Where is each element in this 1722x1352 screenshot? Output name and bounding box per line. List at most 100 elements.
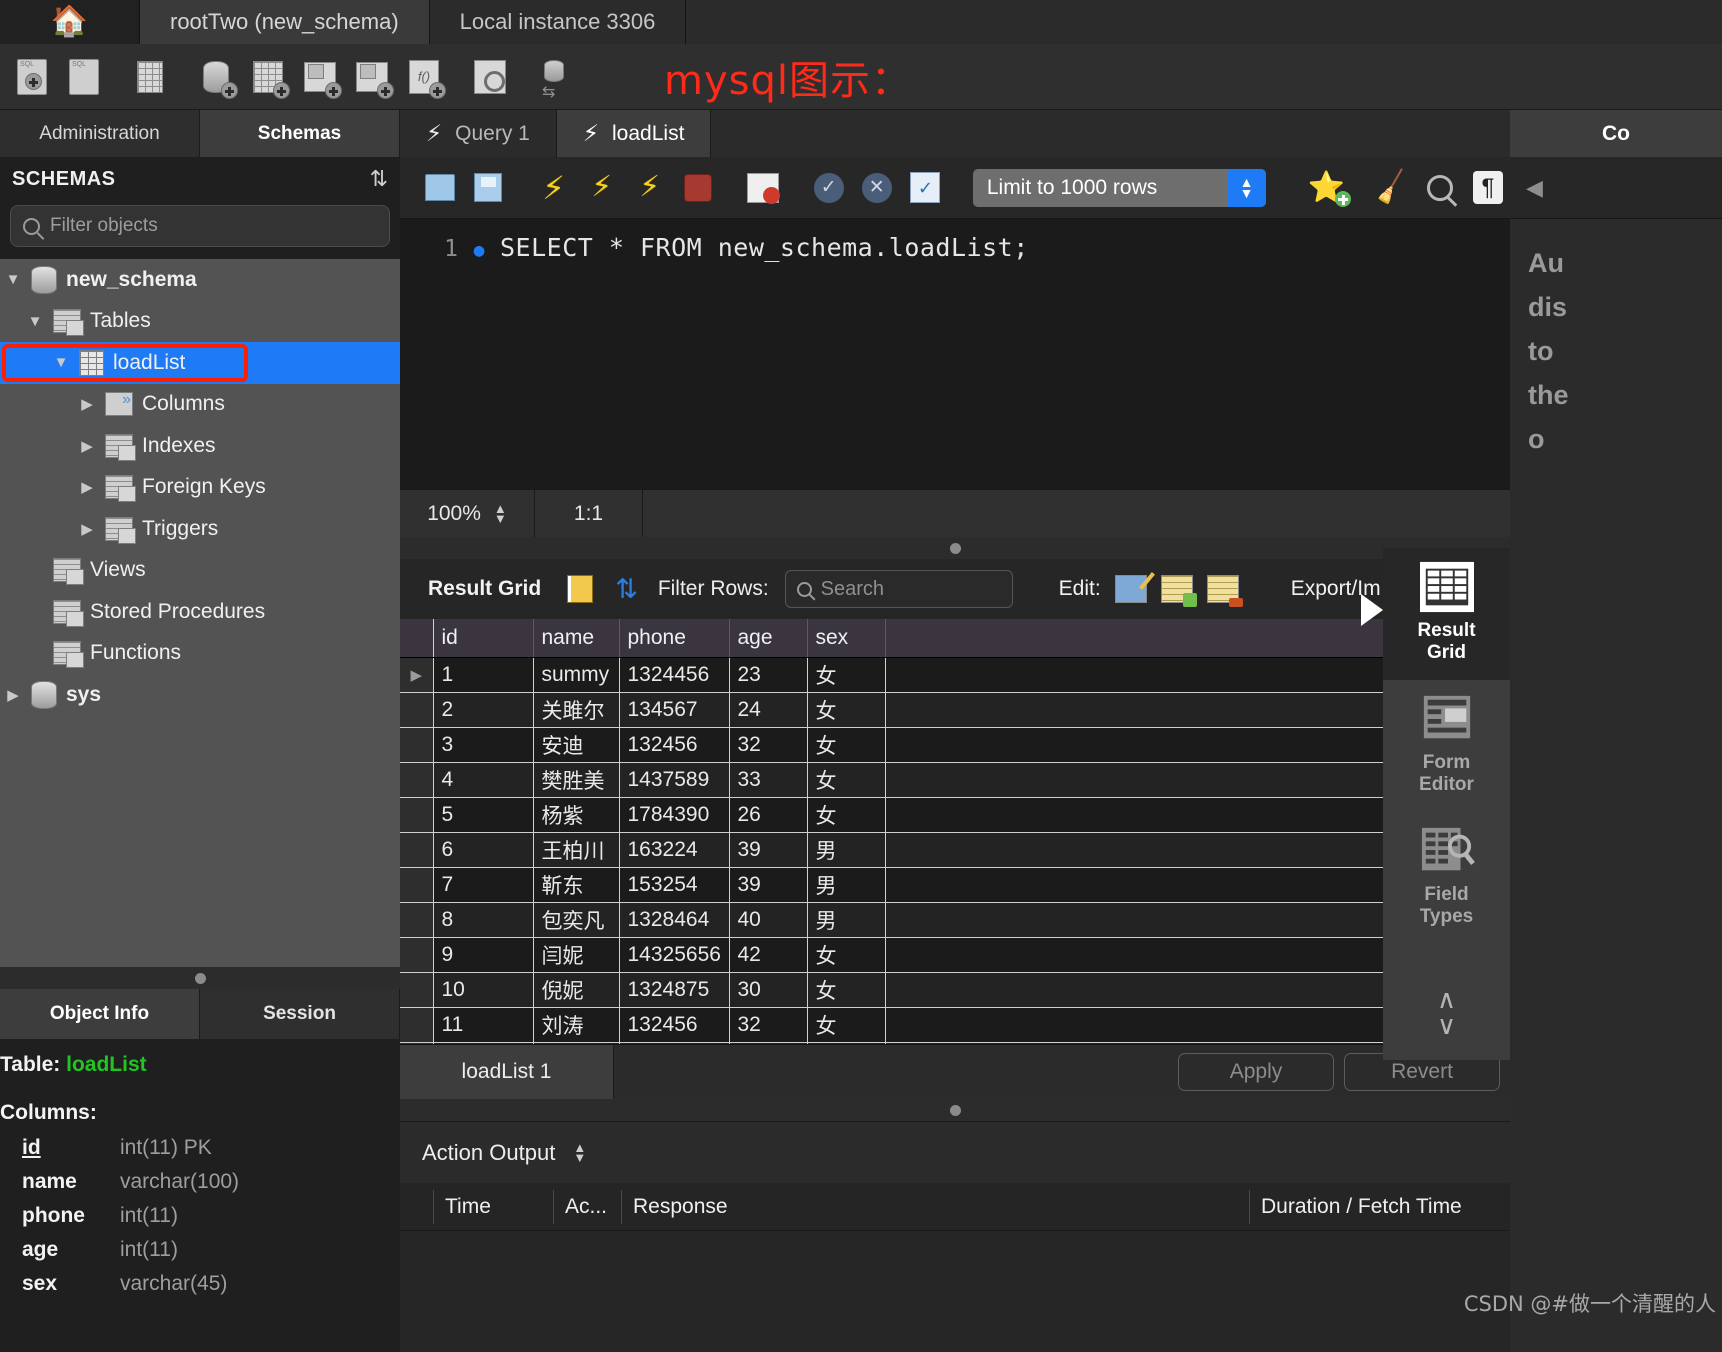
- stop-on-error-icon[interactable]: [741, 165, 785, 211]
- cell-id[interactable]: 2: [433, 692, 534, 728]
- connection-tab-local-instance[interactable]: Local instance 3306: [429, 0, 687, 44]
- tab-query-1[interactable]: ⚡ Query 1: [400, 110, 557, 157]
- cell-age[interactable]: 26: [729, 797, 808, 833]
- filter-rows-search-box[interactable]: [784, 570, 1013, 608]
- cell-name[interactable]: 包奕凡: [533, 902, 620, 938]
- cell-name[interactable]: 闫妮: [533, 937, 620, 973]
- delete-row-icon[interactable]: [1206, 575, 1243, 607]
- tree-node-triggers[interactable]: Triggers: [0, 508, 400, 550]
- refresh-icon[interactable]: ⇅: [615, 574, 638, 605]
- cell-sex[interactable]: 女: [807, 727, 886, 763]
- tab-object-info[interactable]: Object Info: [0, 989, 200, 1039]
- chevron-updown-icon[interactable]: ▲ ▼: [1227, 168, 1266, 207]
- column-toggle-icon[interactable]: [567, 575, 594, 603]
- table-row[interactable]: 2 关雎尔 134567 24 女: [400, 692, 1510, 728]
- explain-icon[interactable]: ⚡: [628, 165, 672, 211]
- cell-id[interactable]: 3: [433, 727, 534, 763]
- cell-age[interactable]: 24: [729, 692, 808, 728]
- cell-phone[interactable]: 1324875: [619, 972, 730, 1008]
- edit-pencil-icon[interactable]: [1114, 575, 1147, 603]
- cell-phone[interactable]: 153254: [619, 867, 730, 903]
- apply-button[interactable]: Apply: [1178, 1053, 1334, 1091]
- cell-age[interactable]: 39: [729, 867, 808, 903]
- server-info-icon[interactable]: [124, 51, 176, 103]
- cell-age[interactable]: 23: [729, 657, 808, 693]
- cell-age[interactable]: 40: [729, 902, 808, 938]
- table-row[interactable]: 5 杨紫 1784390 26 女: [400, 797, 1510, 833]
- table-row[interactable]: 9 闫妮 14325656 42 女: [400, 937, 1510, 973]
- breakpoint-dot-icon[interactable]: ●: [458, 240, 500, 261]
- rollback-icon[interactable]: ✕: [855, 165, 899, 211]
- table-row[interactable]: 4 樊胜美 1437589 33 女: [400, 762, 1510, 798]
- schema-tree[interactable]: new_schema Tables loadList Columns: [0, 259, 400, 967]
- create-procedure-icon[interactable]: [346, 51, 398, 103]
- tab-administration[interactable]: Administration: [0, 110, 200, 157]
- tree-node-views[interactable]: Views: [0, 550, 400, 592]
- cell-phone[interactable]: 1437589: [619, 762, 730, 798]
- cell-name[interactable]: 倪妮: [533, 972, 620, 1008]
- cell-age[interactable]: 33: [729, 762, 808, 798]
- cell-id[interactable]: 10: [433, 972, 534, 1008]
- cell-age[interactable]: 30: [729, 972, 808, 1008]
- tree-node-foreign-keys[interactable]: Foreign Keys: [0, 467, 400, 509]
- cell-name[interactable]: 杨紫: [533, 797, 620, 833]
- chevron-right-icon[interactable]: [78, 520, 96, 538]
- chevron-down-icon[interactable]: [26, 313, 44, 330]
- cell-id[interactable]: 7: [433, 867, 534, 903]
- column-header-name[interactable]: name: [533, 619, 620, 658]
- tree-node-new_schema[interactable]: new_schema: [0, 259, 400, 301]
- inspect-icon[interactable]: [464, 51, 516, 103]
- sidebar-splitter[interactable]: [0, 967, 400, 989]
- cell-phone[interactable]: 14325656: [619, 937, 730, 973]
- view-form-editor[interactable]: Form Editor: [1383, 680, 1510, 812]
- table-row[interactable]: 10 倪妮 1324875 30 女: [400, 972, 1510, 1008]
- table-row[interactable]: 6 王柏川 163224 39 男: [400, 832, 1510, 868]
- cell-sex[interactable]: 女: [807, 972, 886, 1008]
- row-selector[interactable]: [400, 727, 434, 763]
- row-selector[interactable]: [400, 1007, 434, 1043]
- cell-sex[interactable]: 女: [807, 692, 886, 728]
- filter-rows-input[interactable]: [820, 577, 1001, 601]
- execute-current-icon[interactable]: ⚡: [580, 165, 624, 211]
- chevron-down-icon[interactable]: [52, 354, 70, 371]
- cell-id[interactable]: 8: [433, 902, 534, 938]
- cell-id[interactable]: 5: [433, 797, 534, 833]
- row-selector[interactable]: [400, 797, 434, 833]
- cell-id[interactable]: 11: [433, 1007, 534, 1043]
- column-header-phone[interactable]: phone: [619, 619, 730, 658]
- save-file-icon[interactable]: [466, 165, 510, 211]
- cell-phone[interactable]: 134567: [619, 692, 730, 728]
- cell-phone[interactable]: 132456: [619, 727, 730, 763]
- limit-rows-select[interactable]: Limit to 1000 rows ▲ ▼: [972, 168, 1266, 207]
- cell-age[interactable]: 32: [729, 1007, 808, 1043]
- resultset-tab-loadlist-1[interactable]: loadList 1: [400, 1045, 614, 1099]
- refresh-icon[interactable]: ⇅: [370, 166, 388, 192]
- view-result-grid[interactable]: Result Grid: [1361, 548, 1510, 680]
- tree-node-tables[interactable]: Tables: [0, 301, 400, 343]
- row-selector[interactable]: [400, 972, 434, 1008]
- chevron-right-icon[interactable]: [78, 395, 96, 413]
- tab-session[interactable]: Session: [200, 989, 400, 1039]
- result-data-grid[interactable]: id name phone age sex ▶ 1 summy 1324456 …: [400, 619, 1510, 1044]
- create-function-icon[interactable]: f(): [398, 51, 450, 103]
- cell-name[interactable]: 王柏川: [533, 832, 620, 868]
- sql-code-editor[interactable]: 1 ● SELECT * FROM new_schema.loadList;: [400, 219, 1510, 489]
- invisible-chars-icon[interactable]: ¶: [1466, 165, 1510, 211]
- chevron-updown-icon[interactable]: ▲ ▼: [573, 1141, 586, 1164]
- autocommit-icon[interactable]: [903, 165, 947, 211]
- tree-node-functions[interactable]: Functions: [0, 633, 400, 675]
- find-icon[interactable]: [1418, 165, 1462, 211]
- cell-age[interactable]: 32: [729, 727, 808, 763]
- chevron-right-icon[interactable]: [78, 478, 96, 496]
- table-row[interactable]: 8 包奕凡 1328464 40 男: [400, 902, 1510, 938]
- table-row[interactable]: 7 靳东 153254 39 男: [400, 867, 1510, 903]
- cell-name[interactable]: 刘涛: [533, 1007, 620, 1043]
- create-table-icon[interactable]: [242, 51, 294, 103]
- cell-phone[interactable]: 1324456: [619, 657, 730, 693]
- table-row[interactable]: ▶ 1 summy 1324456 23 女: [400, 657, 1510, 693]
- cell-phone[interactable]: 132456: [619, 1007, 730, 1043]
- home-button[interactable]: 🏠: [0, 0, 140, 44]
- clear-icon[interactable]: 🧹: [1370, 165, 1414, 211]
- tab-loadlist[interactable]: ⚡ loadList: [556, 110, 712, 157]
- row-selector[interactable]: [400, 762, 434, 798]
